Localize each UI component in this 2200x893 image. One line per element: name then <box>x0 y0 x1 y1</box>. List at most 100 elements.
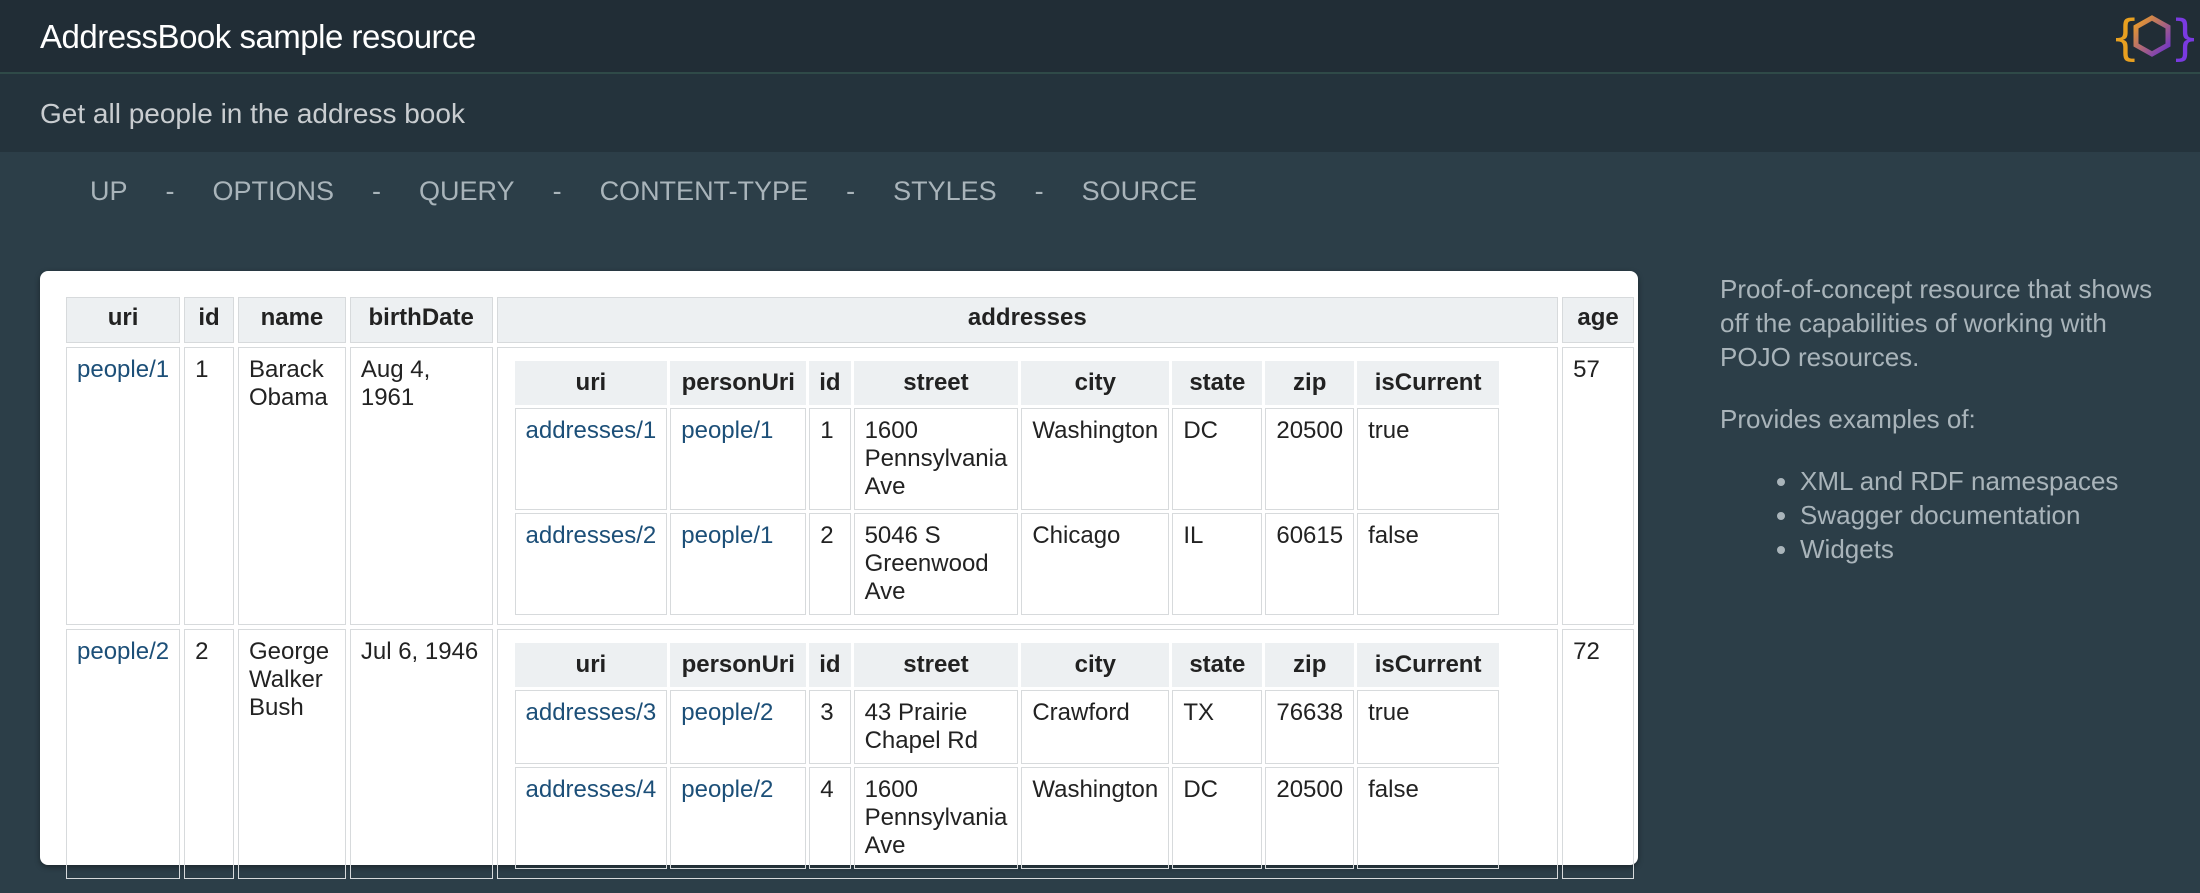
nav-separator: - <box>552 176 562 206</box>
nav-query-link[interactable]: QUERY <box>419 176 515 207</box>
examples-list: XML and RDF namespaces Swagger documenta… <box>1720 464 2180 566</box>
address-state: TX <box>1172 690 1263 764</box>
address-personuri-cell: people/2 <box>670 767 807 869</box>
resource-description-sidebar: Proof-of-concept resource that shows off… <box>1720 272 2180 566</box>
nav-links: UP - OPTIONS - QUERY - CONTENT-TYPE - ST… <box>90 176 1197 207</box>
address-personuri-cell: people/1 <box>670 408 807 510</box>
address-state: DC <box>1172 408 1263 510</box>
person-addresses-cell: uri personUri id street city state zip i… <box>496 347 1559 625</box>
person-age: 57 <box>1562 347 1634 625</box>
address-street: 5046 S Greenwood Ave <box>853 513 1019 615</box>
page-description-bar: Get all people in the address book <box>0 74 2200 152</box>
address-column-header-state: state <box>1172 361 1263 405</box>
people-table: uri id name birthDate addresses age peop… <box>62 293 1638 883</box>
person-uri-link[interactable]: people/2 <box>77 638 169 665</box>
address-zip: 20500 <box>1265 408 1355 510</box>
address-column-header-personuri: personUri <box>670 643 807 687</box>
address-column-header-zip: zip <box>1265 643 1355 687</box>
address-personuri-cell: people/1 <box>670 513 807 615</box>
address-column-header-zip: zip <box>1265 361 1355 405</box>
address-city: Washington <box>1021 767 1170 869</box>
examples-heading: Provides examples of: <box>1720 404 1976 434</box>
person-uri-link[interactable]: people/1 <box>77 356 169 383</box>
nav-up-link[interactable]: UP <box>90 176 128 207</box>
addresses-table-header: uri personUri id street city state zip i… <box>514 643 1500 687</box>
person-id: 2 <box>184 629 235 879</box>
address-iscurrent: false <box>1357 513 1500 615</box>
address-iscurrent: false <box>1357 767 1500 869</box>
page-description: Get all people in the address book <box>40 98 465 129</box>
address-iscurrent: true <box>1357 690 1500 764</box>
address-city: Crawford <box>1021 690 1170 764</box>
person-birthdate: Aug 4, 1961 <box>349 347 493 625</box>
svg-text:}: } <box>2170 10 2194 64</box>
address-personuri-link[interactable]: people/2 <box>681 776 773 803</box>
address-street: 43 Prairie Chapel Rd <box>853 690 1019 764</box>
address-column-header-id: id <box>809 643 851 687</box>
address-uri-link[interactable]: addresses/3 <box>526 699 657 726</box>
address-column-header-iscurrent: isCurrent <box>1357 361 1500 405</box>
table-row: people/1 1 Barack Obama Aug 4, 1961 uri … <box>66 347 1634 625</box>
address-street: 1600 Pennsylvania Ave <box>853 408 1019 510</box>
address-id: 3 <box>809 690 851 764</box>
person-birthdate: Jul 6, 1946 <box>349 629 493 879</box>
address-personuri-cell: people/2 <box>670 690 807 764</box>
people-table-header: uri id name birthDate addresses age <box>66 297 1634 343</box>
address-column-header-state: state <box>1172 643 1263 687</box>
table-row: people/2 2 George Walker Bush Jul 6, 194… <box>66 629 1634 879</box>
addresses-table: uri personUri id street city state zip i… <box>512 640 1503 872</box>
column-header-addresses: addresses <box>496 297 1559 343</box>
column-header-id: id <box>184 297 235 343</box>
address-uri-link[interactable]: addresses/2 <box>526 522 657 549</box>
list-item: XML and RDF namespaces <box>1800 464 2180 498</box>
list-item: Widgets <box>1800 532 2180 566</box>
juneau-hexagon-logo-icon[interactable]: { } <box>2110 10 2194 64</box>
app-header: AddressBook sample resource { } <box>0 0 2200 74</box>
person-name: George Walker Bush <box>238 629 346 879</box>
address-column-header-city: city <box>1021 361 1170 405</box>
address-uri-cell: addresses/3 <box>514 690 668 764</box>
address-row: addresses/2 people/1 2 5046 S Greenwood … <box>514 513 1500 615</box>
address-uri-link[interactable]: addresses/4 <box>526 776 657 803</box>
person-uri-cell: people/1 <box>66 347 181 625</box>
address-column-header-city: city <box>1021 643 1170 687</box>
address-uri-cell: addresses/2 <box>514 513 668 615</box>
nav-separator: - <box>165 176 175 206</box>
address-column-header-street: street <box>853 361 1019 405</box>
column-header-birthdate: birthDate <box>349 297 493 343</box>
address-row: addresses/1 people/1 1 1600 Pennsylvania… <box>514 408 1500 510</box>
address-personuri-link[interactable]: people/1 <box>681 522 773 549</box>
address-zip: 60615 <box>1265 513 1355 615</box>
address-personuri-link[interactable]: people/1 <box>681 417 773 444</box>
address-zip: 76638 <box>1265 690 1355 764</box>
addresses-table-header: uri personUri id street city state zip i… <box>514 361 1500 405</box>
address-column-header-uri: uri <box>514 361 668 405</box>
address-street: 1600 Pennsylvania Ave <box>853 767 1019 869</box>
address-column-header-iscurrent: isCurrent <box>1357 643 1500 687</box>
column-header-uri: uri <box>66 297 181 343</box>
nav-separator: - <box>846 176 856 206</box>
address-uri-cell: addresses/4 <box>514 767 668 869</box>
nav-options-link[interactable]: OPTIONS <box>213 176 335 207</box>
address-uri-link[interactable]: addresses/1 <box>526 417 657 444</box>
resource-description: Proof-of-concept resource that shows off… <box>1720 274 2153 372</box>
address-zip: 20500 <box>1265 767 1355 869</box>
address-city: Chicago <box>1021 513 1170 615</box>
person-age: 72 <box>1562 629 1634 879</box>
nav-source-link[interactable]: SOURCE <box>1082 176 1198 207</box>
column-header-age: age <box>1562 297 1634 343</box>
address-city: Washington <box>1021 408 1170 510</box>
address-iscurrent: true <box>1357 408 1500 510</box>
nav-content-type-link[interactable]: CONTENT-TYPE <box>600 176 809 207</box>
address-row: addresses/3 people/2 3 43 Prairie Chapel… <box>514 690 1500 764</box>
column-header-name: name <box>238 297 346 343</box>
person-name: Barack Obama <box>238 347 346 625</box>
nav-styles-link[interactable]: STYLES <box>893 176 997 207</box>
person-addresses-cell: uri personUri id street city state zip i… <box>496 629 1559 879</box>
addresses-table: uri personUri id street city state zip i… <box>512 358 1503 618</box>
nav-separator: - <box>1034 176 1044 206</box>
address-id: 4 <box>809 767 851 869</box>
person-uri-cell: people/2 <box>66 629 181 879</box>
address-id: 2 <box>809 513 851 615</box>
address-personuri-link[interactable]: people/2 <box>681 699 773 726</box>
